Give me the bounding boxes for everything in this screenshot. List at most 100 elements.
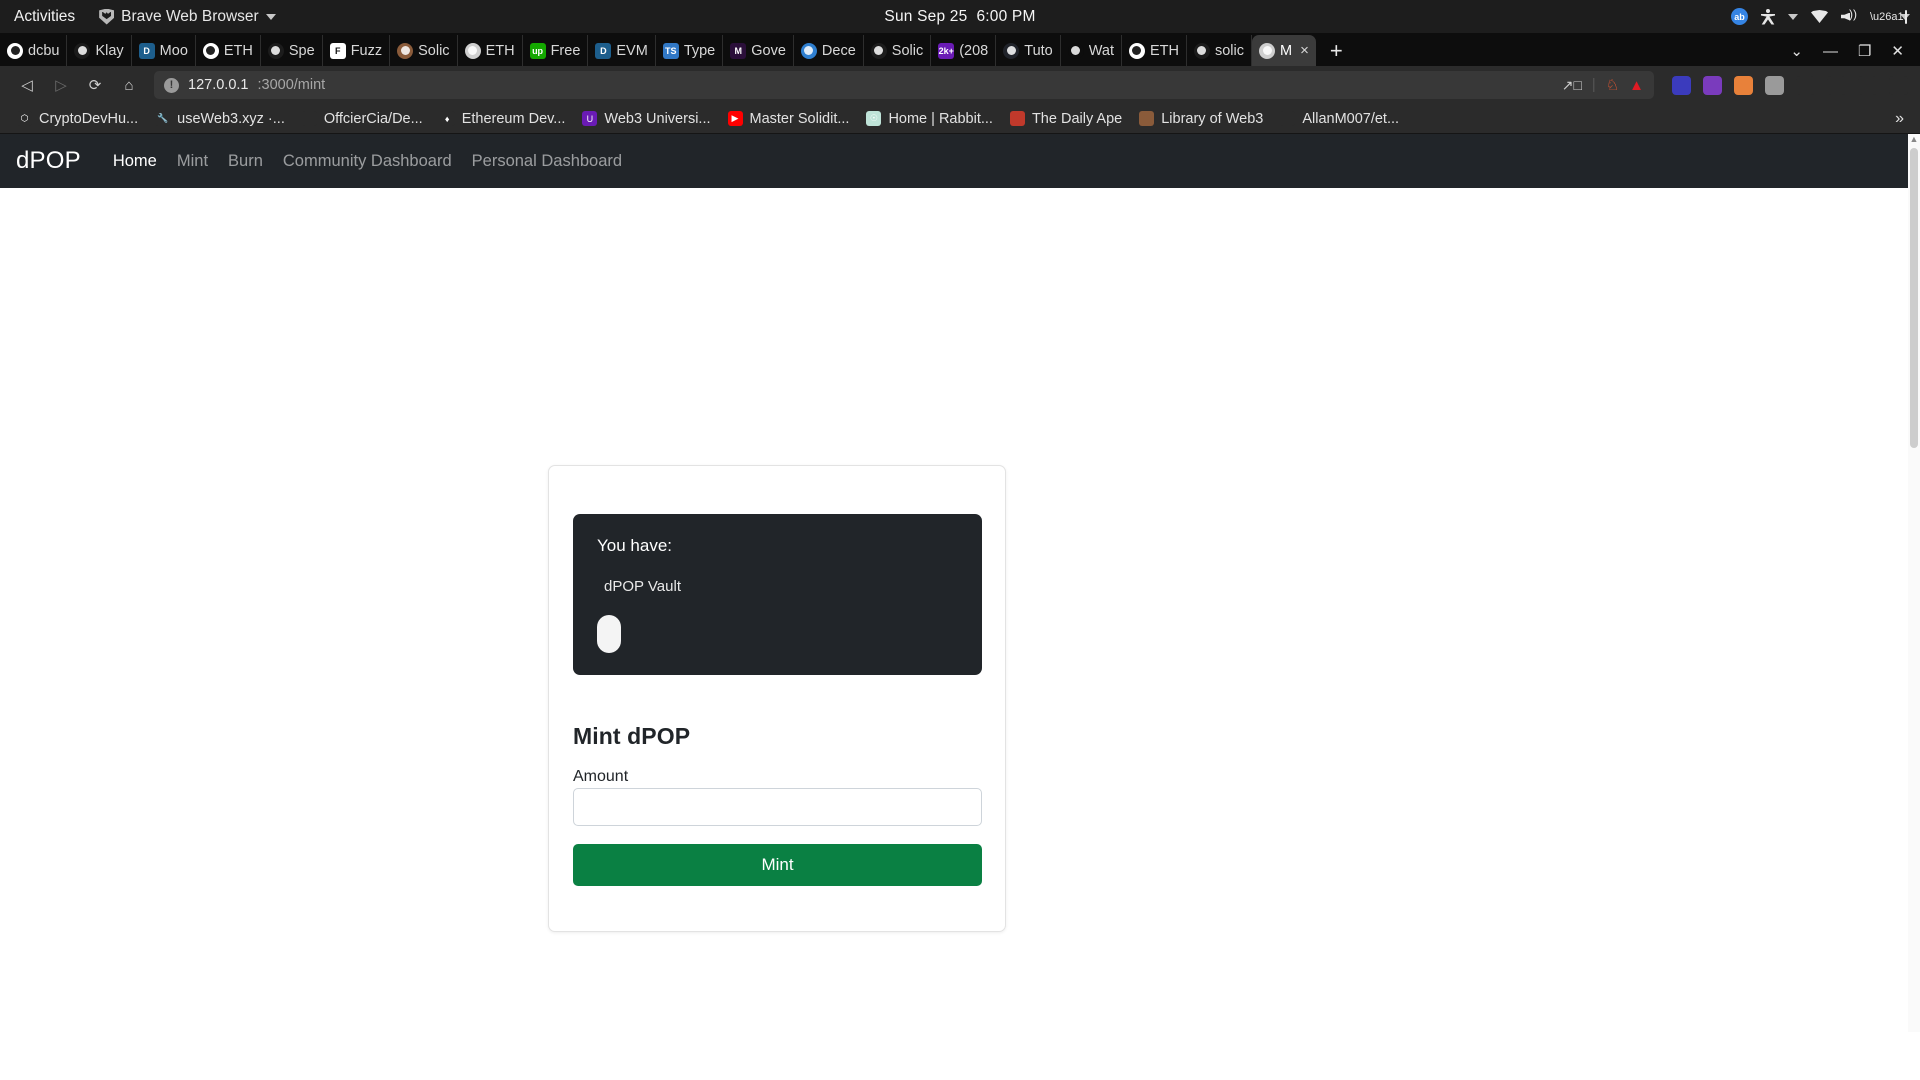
rainbow-icon bbox=[1128, 42, 1145, 59]
bookmark-item[interactable]: U Web3 Universi... bbox=[575, 108, 717, 130]
mint-button[interactable]: Mint bbox=[573, 844, 982, 886]
github-icon bbox=[7, 42, 23, 59]
bookmark-item[interactable]: 🔧 useWeb3.xyz ·... bbox=[148, 108, 292, 130]
bookmark-item[interactable]: ⬡ CryptoDevHu... bbox=[10, 108, 145, 130]
info-circle-icon[interactable]: ! bbox=[164, 77, 179, 93]
minimize-icon[interactable]: — bbox=[1823, 43, 1838, 60]
scrollbar-thumb[interactable] bbox=[1910, 148, 1918, 448]
close-icon[interactable]: ✕ bbox=[1891, 42, 1904, 60]
tab-label: Type bbox=[683, 42, 716, 59]
open-external-icon[interactable]: ↗□ bbox=[1562, 77, 1582, 94]
bookmark-label: Home | Rabbit... bbox=[888, 110, 993, 127]
nav-link-home[interactable]: Home bbox=[103, 152, 167, 171]
nav-link-mint[interactable]: Mint bbox=[167, 152, 218, 171]
wifi-icon[interactable] bbox=[1811, 10, 1828, 23]
amount-input[interactable] bbox=[573, 788, 982, 826]
reload-icon[interactable]: ⟳ bbox=[80, 71, 110, 99]
chevron-down-icon[interactable] bbox=[1788, 13, 1798, 20]
page-scrollbar[interactable]: ▲ bbox=[1908, 134, 1920, 1032]
browser-window: dcbu Klay D Moo ETH Spe F Fuzz Solic ETH up Free D EV… bbox=[0, 33, 1920, 134]
bookmark-item[interactable]: Library of Web3 bbox=[1132, 108, 1270, 130]
clock[interactable]: Sun Sep 25 6:00 PM bbox=[884, 8, 1035, 26]
bookmark-label: Library of Web3 bbox=[1161, 110, 1264, 127]
url-bar[interactable]: ! 127.0.0.1:3000/mint ↗□ | ♘ ▲ bbox=[154, 71, 1654, 99]
sidebar-icon[interactable] bbox=[1858, 75, 1877, 95]
activities-button[interactable]: Activities bbox=[0, 8, 89, 26]
browser-tab[interactable]: D Moo bbox=[132, 35, 196, 66]
app-brand[interactable]: dPOP bbox=[16, 147, 81, 175]
bookmark-item[interactable]: OffcierCia/De... bbox=[295, 108, 430, 130]
bookmark-item[interactable]: ▶ Master Solidit... bbox=[721, 108, 857, 130]
browser-tab[interactable]: up Free bbox=[523, 35, 589, 66]
metamask-wallet-icon[interactable] bbox=[1672, 75, 1691, 95]
bookmark-item[interactable]: ♦ Ethereum Dev... bbox=[433, 108, 573, 130]
github-icon bbox=[301, 111, 317, 126]
vault-heading: You have: bbox=[597, 536, 672, 555]
brave-lion-icon[interactable]: ♘ bbox=[1606, 76, 1619, 94]
browser-tab[interactable]: Solic bbox=[390, 35, 458, 66]
forward-icon[interactable]: ▷ bbox=[46, 71, 76, 99]
extension-icons bbox=[1664, 75, 1908, 95]
browser-tab[interactable]: TS Type bbox=[656, 35, 724, 66]
browser-tab[interactable]: F Fuzz bbox=[323, 35, 391, 66]
browser-tab[interactable]: M Gove bbox=[723, 35, 794, 66]
hamburger-menu-icon[interactable] bbox=[1889, 75, 1908, 95]
bookmark-item[interactable]: The Daily Ape bbox=[1003, 108, 1129, 130]
playlist-icon[interactable] bbox=[1827, 75, 1846, 95]
tab-label: Gove bbox=[751, 42, 786, 59]
bookmark-item[interactable]: ☉ Home | Rabbit... bbox=[859, 108, 1000, 130]
scroll-up-arrow-icon[interactable]: ▲ bbox=[1908, 134, 1920, 144]
tab-close-icon[interactable]: × bbox=[1300, 42, 1309, 59]
browser-tab[interactable]: Dece bbox=[794, 35, 864, 66]
accessibility-icon[interactable] bbox=[1761, 8, 1775, 25]
browser-tab[interactable]: Spe bbox=[261, 35, 323, 66]
bookmark-item[interactable]: AllanM007/et... bbox=[1273, 108, 1406, 130]
tab-label: Klay bbox=[95, 42, 124, 59]
tab-label: Dece bbox=[821, 42, 856, 59]
browser-tab[interactable]: D EVM bbox=[588, 35, 656, 66]
github-icon bbox=[1280, 111, 1296, 126]
blue-badge-icon[interactable]: ab bbox=[1731, 8, 1748, 25]
foundry-icon: F bbox=[329, 42, 346, 59]
tab-search-chevron-icon[interactable]: ⌄ bbox=[1790, 42, 1803, 60]
active-app-menu[interactable]: Brave Web Browser bbox=[99, 8, 276, 26]
tab-label: Solic bbox=[891, 42, 924, 59]
system-indicators[interactable]: ab \u26a1 bbox=[1731, 7, 1910, 25]
browser-tab[interactable]: Wat bbox=[1061, 35, 1122, 66]
medium-icon: M bbox=[730, 42, 747, 59]
brave-triangle-icon[interactable]: ▲ bbox=[1629, 77, 1644, 94]
browser-tab[interactable]: Solic bbox=[864, 35, 932, 66]
navigation-bar: ◁ ▷ ⟳ ⌂ ! 127.0.0.1:3000/mint ↗□ | ♘ ▲ bbox=[0, 66, 1920, 104]
browser-tab[interactable]: Tuto bbox=[996, 35, 1061, 66]
maximize-icon[interactable]: ❐ bbox=[1858, 42, 1871, 60]
puzzle-extensions-icon[interactable] bbox=[1796, 75, 1815, 95]
volume-icon[interactable] bbox=[1841, 7, 1857, 24]
tab-label: Wat bbox=[1088, 42, 1114, 59]
ghost-extension-icon[interactable] bbox=[1703, 75, 1722, 95]
globe-icon bbox=[464, 42, 481, 59]
vault-panel: You have: dPOP Vault bbox=[573, 514, 982, 675]
browser-tab[interactable]: M × bbox=[1252, 35, 1316, 66]
vault-item-label: dPOP Vault bbox=[604, 578, 681, 595]
new-tab-button[interactable]: + bbox=[1316, 40, 1357, 62]
browser-tab[interactable]: 2k+ (208 bbox=[931, 35, 997, 66]
nav-link-burn[interactable]: Burn bbox=[218, 152, 273, 171]
browser-tab[interactable]: dcbu bbox=[0, 35, 68, 66]
rabby-wallet-icon[interactable] bbox=[1734, 75, 1753, 95]
nav-link-personal-dashboard[interactable]: Personal Dashboard bbox=[462, 152, 632, 171]
bookmarks-overflow-button[interactable]: » bbox=[1895, 110, 1910, 128]
tab-label: Spe bbox=[288, 42, 315, 59]
nav-link-community-dashboard[interactable]: Community Dashboard bbox=[273, 152, 462, 171]
browser-tab[interactable]: ETH bbox=[1122, 35, 1187, 66]
tab-label: Tuto bbox=[1024, 42, 1053, 59]
hexagon-icon: ⬡ bbox=[17, 111, 32, 126]
back-icon[interactable]: ◁ bbox=[12, 71, 42, 99]
home-icon[interactable]: ⌂ bbox=[114, 71, 144, 99]
grey-extension-icon[interactable] bbox=[1765, 75, 1784, 95]
battery-charging-icon[interactable]: \u26a1 bbox=[1870, 9, 1907, 24]
browser-tab[interactable]: Klay bbox=[67, 35, 132, 66]
browser-tab[interactable]: ETH bbox=[458, 35, 523, 66]
typescript-icon: TS bbox=[662, 42, 679, 59]
browser-tab[interactable]: solic bbox=[1187, 35, 1252, 66]
browser-tab[interactable]: ETH bbox=[196, 35, 261, 66]
